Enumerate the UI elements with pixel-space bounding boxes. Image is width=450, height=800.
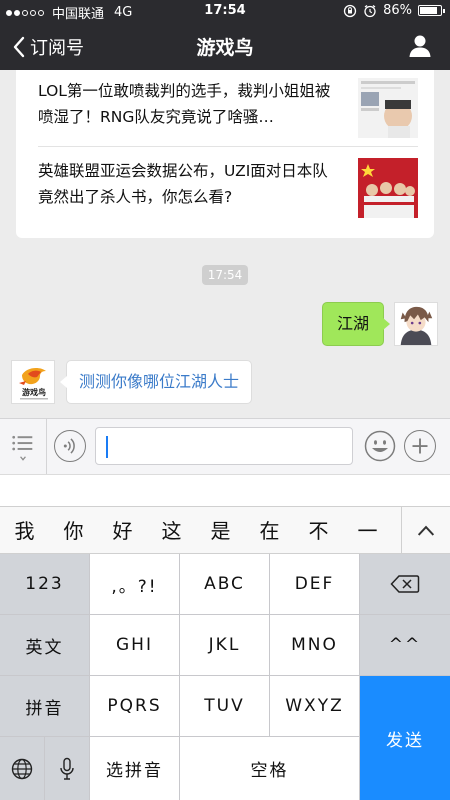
- candidate-word[interactable]: 是: [196, 507, 245, 555]
- key-pinyin[interactable]: 拼音: [0, 676, 90, 737]
- space-key[interactable]: 空格: [180, 737, 360, 800]
- official-account-avatar[interactable]: 游戏鸟: [11, 360, 55, 404]
- voice-input-icon[interactable]: [54, 430, 86, 462]
- emoji-icon[interactable]: [364, 430, 396, 462]
- globe-key[interactable]: [0, 737, 45, 800]
- text-caret: [106, 436, 108, 458]
- battery-icon: [418, 5, 445, 16]
- page-title: 游戏鸟: [196, 37, 254, 59]
- backspace-key[interactable]: [360, 554, 450, 615]
- menu-list-icon[interactable]: [0, 419, 47, 474]
- divider: [38, 146, 418, 147]
- key-emoticon[interactable]: ^^: [360, 615, 450, 676]
- candidate-word[interactable]: 我: [0, 507, 49, 555]
- key-english[interactable]: 英文: [0, 615, 90, 676]
- key-def[interactable]: DEF: [270, 554, 360, 615]
- plus-icon[interactable]: [404, 430, 436, 462]
- chat-area[interactable]: LOL第一位敢喷裁判的选手，裁判小姐姐被喷湿了！RNG队友究竟说了啥骚… 英雄联…: [0, 70, 450, 418]
- news-thumbnail: [358, 158, 418, 218]
- key-jkl[interactable]: JKL: [180, 615, 270, 676]
- news-thumbnail: [358, 78, 418, 138]
- key-ghi[interactable]: GHI: [90, 615, 180, 676]
- battery-percent: 86%: [383, 3, 412, 18]
- rotation-lock-icon: [343, 4, 357, 17]
- news-title: LOL第一位敢喷裁判的选手，裁判小姐姐被喷湿了！RNG队友究竟说了啥骚…: [38, 82, 331, 126]
- globe-icon: [11, 758, 33, 779]
- candidate-word[interactable]: 一: [343, 507, 392, 555]
- bird-logo-icon: 游戏鸟: [12, 361, 54, 403]
- send-button[interactable]: 发送: [360, 676, 450, 800]
- news-title: 英雄联盟亚运会数据公布，UZI面对日本队竟然出了杀人书，你怎么看?: [38, 162, 328, 206]
- message-input[interactable]: [95, 427, 353, 465]
- input-bar: [0, 418, 450, 474]
- incoming-link-message[interactable]: 测测你像哪位江湖人士: [59, 360, 253, 404]
- news-item[interactable]: 英雄联盟亚运会数据公布，UZI面对日本队竟然出了杀人书，你怎么看?: [38, 158, 418, 224]
- profile-icon[interactable]: [408, 34, 432, 58]
- candidate-word[interactable]: 好: [98, 507, 147, 555]
- expand-candidates-icon[interactable]: [401, 507, 450, 555]
- candidate-word[interactable]: 在: [245, 507, 294, 555]
- timestamp-badge: 17:54: [202, 265, 248, 285]
- alarm-icon: [364, 4, 376, 17]
- svg-text:游戏鸟: 游戏鸟: [22, 387, 46, 397]
- news-card: LOL第一位敢喷裁判的选手，裁判小姐姐被喷湿了！RNG队友究竟说了啥骚… 英雄联…: [16, 70, 434, 238]
- user-avatar[interactable]: [394, 302, 438, 346]
- candidate-word[interactable]: 你: [49, 507, 98, 555]
- key-tuv[interactable]: TUV: [180, 676, 270, 737]
- microphone-key[interactable]: [45, 737, 90, 800]
- candidate-word[interactable]: 这: [147, 507, 196, 555]
- candidate-word[interactable]: 不: [294, 507, 343, 555]
- key-abc[interactable]: ABC: [180, 554, 270, 615]
- keyboard-suggestion-strip: [0, 474, 450, 506]
- candidate-row: 我 你 好 这 是 在 不 一: [0, 506, 450, 555]
- status-bar: 中国联通 4G 17:54 86%: [0, 0, 450, 22]
- key-pqrs[interactable]: PQRS: [90, 676, 180, 737]
- microphone-icon: [60, 757, 74, 780]
- news-item[interactable]: LOL第一位敢喷裁判的选手，裁判小姐姐被喷湿了！RNG队友究竟说了啥骚…: [38, 78, 418, 144]
- key-select-pinyin[interactable]: 选拼音: [90, 737, 180, 800]
- key-punctuation[interactable]: ,。?!: [90, 554, 180, 615]
- key-numbers[interactable]: 123: [0, 554, 90, 615]
- key-mno[interactable]: MNO: [270, 615, 360, 676]
- backspace-icon: [390, 575, 420, 593]
- outgoing-message[interactable]: 江湖: [321, 302, 391, 346]
- key-wxyz[interactable]: WXYZ: [270, 676, 360, 737]
- navigation-bar: 订阅号 游戏鸟: [0, 22, 450, 70]
